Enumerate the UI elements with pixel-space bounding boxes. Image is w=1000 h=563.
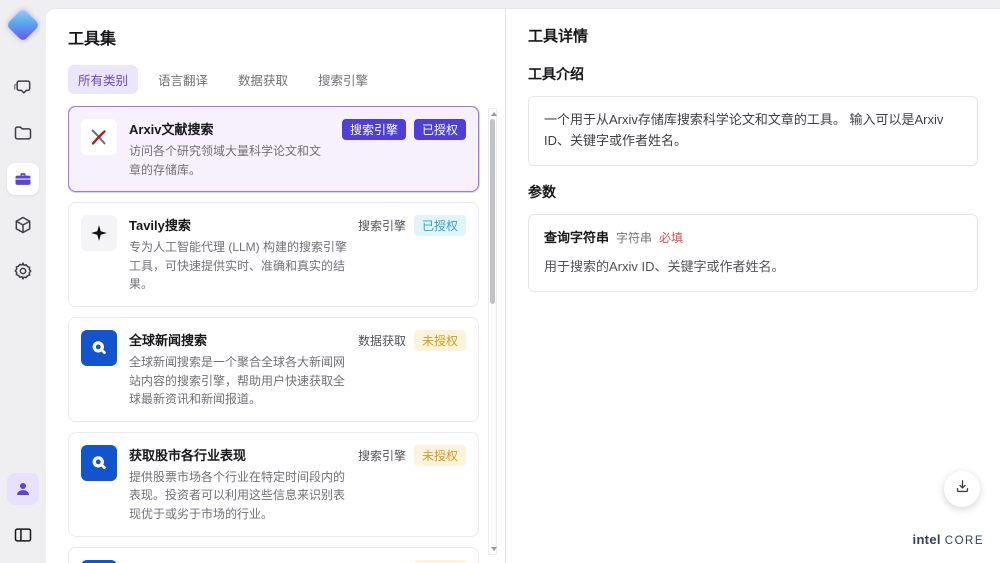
param-box: 查询字符串 字符串 必填 用于搜索的Arxiv ID、关键字或作者姓名。: [528, 213, 978, 293]
download-button[interactable]: [944, 471, 980, 507]
sidebar-item-settings[interactable]: [7, 255, 39, 287]
tool-description: 提供股票市场各个行业在特定时间段内的表现。投资者可以利用这些信息来识别表现优于或…: [129, 469, 346, 521]
news-search-icon: [81, 329, 117, 366]
status-badge: 未授权: [413, 559, 466, 563]
category-label: 搜索引擎: [357, 448, 406, 463]
tool-list-pane: 工具集 所有类别 语言翻译 数据获取 搜索引擎 Arxiv文献搜索 访问各个研究…: [46, 9, 505, 563]
sidebar-item-chat[interactable]: [7, 71, 39, 103]
intel-core-logo: intel core: [913, 532, 984, 547]
sidebar-item-files[interactable]: [7, 117, 39, 149]
brand-core: core: [944, 535, 984, 547]
tab-all-categories[interactable]: 所有类别: [68, 65, 139, 94]
cube-icon: [13, 215, 33, 235]
tool-card-arxiv[interactable]: Arxiv文献搜索 访问各个研究领域大量科学论文和文章的存储库。 搜索引擎 已授…: [68, 106, 479, 193]
tool-name: Arxiv文献搜索: [129, 122, 214, 137]
tool-card-tavily[interactable]: Tavily搜索 专为人工智能代理 (LLM) 构建的搜索引擎工具，可快速提供实…: [68, 202, 479, 307]
list-scrollbar[interactable]: [488, 108, 497, 555]
details-title: 工具详情: [528, 28, 589, 45]
brand-intel: intel: [912, 532, 941, 547]
category-badge: 搜索引擎: [341, 119, 406, 140]
category-label: 搜索引擎: [358, 560, 406, 563]
tab-data-fetch[interactable]: 数据获取: [228, 65, 298, 94]
category-tabs: 所有类别 语言翻译 数据获取 搜索引擎: [68, 65, 505, 94]
tool-card-sector-performance[interactable]: 获取股市各行业表现 提供股票市场各个行业在特定时间段内的表现。投资者可以利用这些…: [68, 431, 479, 537]
tool-name: 获取股市各行业表现: [129, 447, 247, 463]
scroll-up-arrow-icon[interactable]: [490, 112, 497, 116]
tool-list: Arxiv文献搜索 访问各个研究领域大量科学论文和文章的存储库。 搜索引擎 已授…: [68, 106, 505, 563]
download-icon: [954, 478, 971, 500]
chat-icon: [13, 77, 33, 97]
tool-card-global-news[interactable]: 全球新闻搜索 全球新闻搜索是一个聚合全球各大新闻网站内容的搜索引擎，帮助用户快速…: [68, 316, 479, 422]
status-badge: 未授权: [413, 444, 466, 466]
sidebar-item-models[interactable]: [7, 209, 39, 241]
news-search-icon: [81, 559, 117, 563]
tab-language-translation[interactable]: 语言翻译: [148, 65, 218, 94]
params-heading: 参数: [528, 183, 556, 200]
intro-box: 一个用于从Arxiv存储库搜索科学论文和文章的工具。 输入可以是Arxiv ID…: [528, 96, 978, 166]
category-label: 数据获取: [357, 333, 406, 348]
sparkle-icon: [81, 215, 117, 252]
scrollbar-thumb[interactable]: [490, 119, 495, 304]
param-name: 查询字符串: [544, 229, 610, 245]
tool-name: 获取市场最活跃股票信息: [129, 560, 348, 563]
scroll-down-arrow-icon[interactable]: [490, 547, 497, 551]
page-title: 工具集: [68, 31, 117, 48]
category-label: 搜索引擎: [357, 219, 406, 234]
user-icon: [14, 480, 32, 498]
intro-heading: 工具介绍: [528, 66, 584, 82]
tool-description: 访问各个研究领域大量科学论文和文章的存储库。: [129, 144, 322, 177]
folder-icon: [13, 123, 33, 143]
status-badge: 已授权: [413, 215, 466, 237]
arxiv-icon: [81, 119, 117, 155]
gear-icon: [13, 261, 33, 281]
tool-description: 专为人工智能代理 (LLM) 构建的搜索引擎工具，可快速提供实时、准确和真实的结…: [129, 240, 348, 292]
sidebar-item-collapse[interactable]: [7, 519, 39, 551]
status-badge: 未授权: [413, 329, 466, 351]
status-badge: 已授权: [413, 119, 466, 140]
left-rail: [0, 0, 46, 563]
sidebar-item-account[interactable]: [7, 473, 39, 505]
param-description: 用于搜索的Arxiv ID、关键字或作者姓名。: [544, 259, 785, 275]
sidebar-item-toolbox[interactable]: [7, 163, 39, 195]
content-shell: 工具集 所有类别 语言翻译 数据获取 搜索引擎 Arxiv文献搜索 访问各个研究…: [46, 8, 1000, 563]
param-type: 字符串: [616, 230, 653, 245]
briefcase-icon: [13, 169, 33, 189]
app-window: 工具集 所有类别 语言翻译 数据获取 搜索引擎 Arxiv文献搜索 访问各个研究…: [0, 0, 1000, 563]
tool-name: Tavily搜索: [129, 218, 191, 234]
panel-layout-icon: [13, 525, 33, 545]
tool-name: 全球新闻搜索: [129, 332, 208, 348]
tool-details-pane: 工具详情 工具介绍 一个用于从Arxiv存储库搜索科学论文和文章的工具。 输入可…: [505, 9, 1000, 563]
tool-description: 全球新闻搜索是一个聚合全球各大新闻网站内容的搜索引擎，帮助用户快速获取全球最新资…: [129, 354, 346, 407]
tool-card-most-active-stocks[interactable]: 获取市场最活跃股票信息 提供当天交易量最高的股票列表，投资者可以利用这些信息来识…: [68, 546, 479, 563]
param-required-flag: 必填: [659, 230, 684, 245]
tab-search-engine[interactable]: 搜索引擎: [308, 65, 378, 94]
app-logo-icon: [6, 8, 40, 42]
news-search-icon: [81, 444, 117, 481]
